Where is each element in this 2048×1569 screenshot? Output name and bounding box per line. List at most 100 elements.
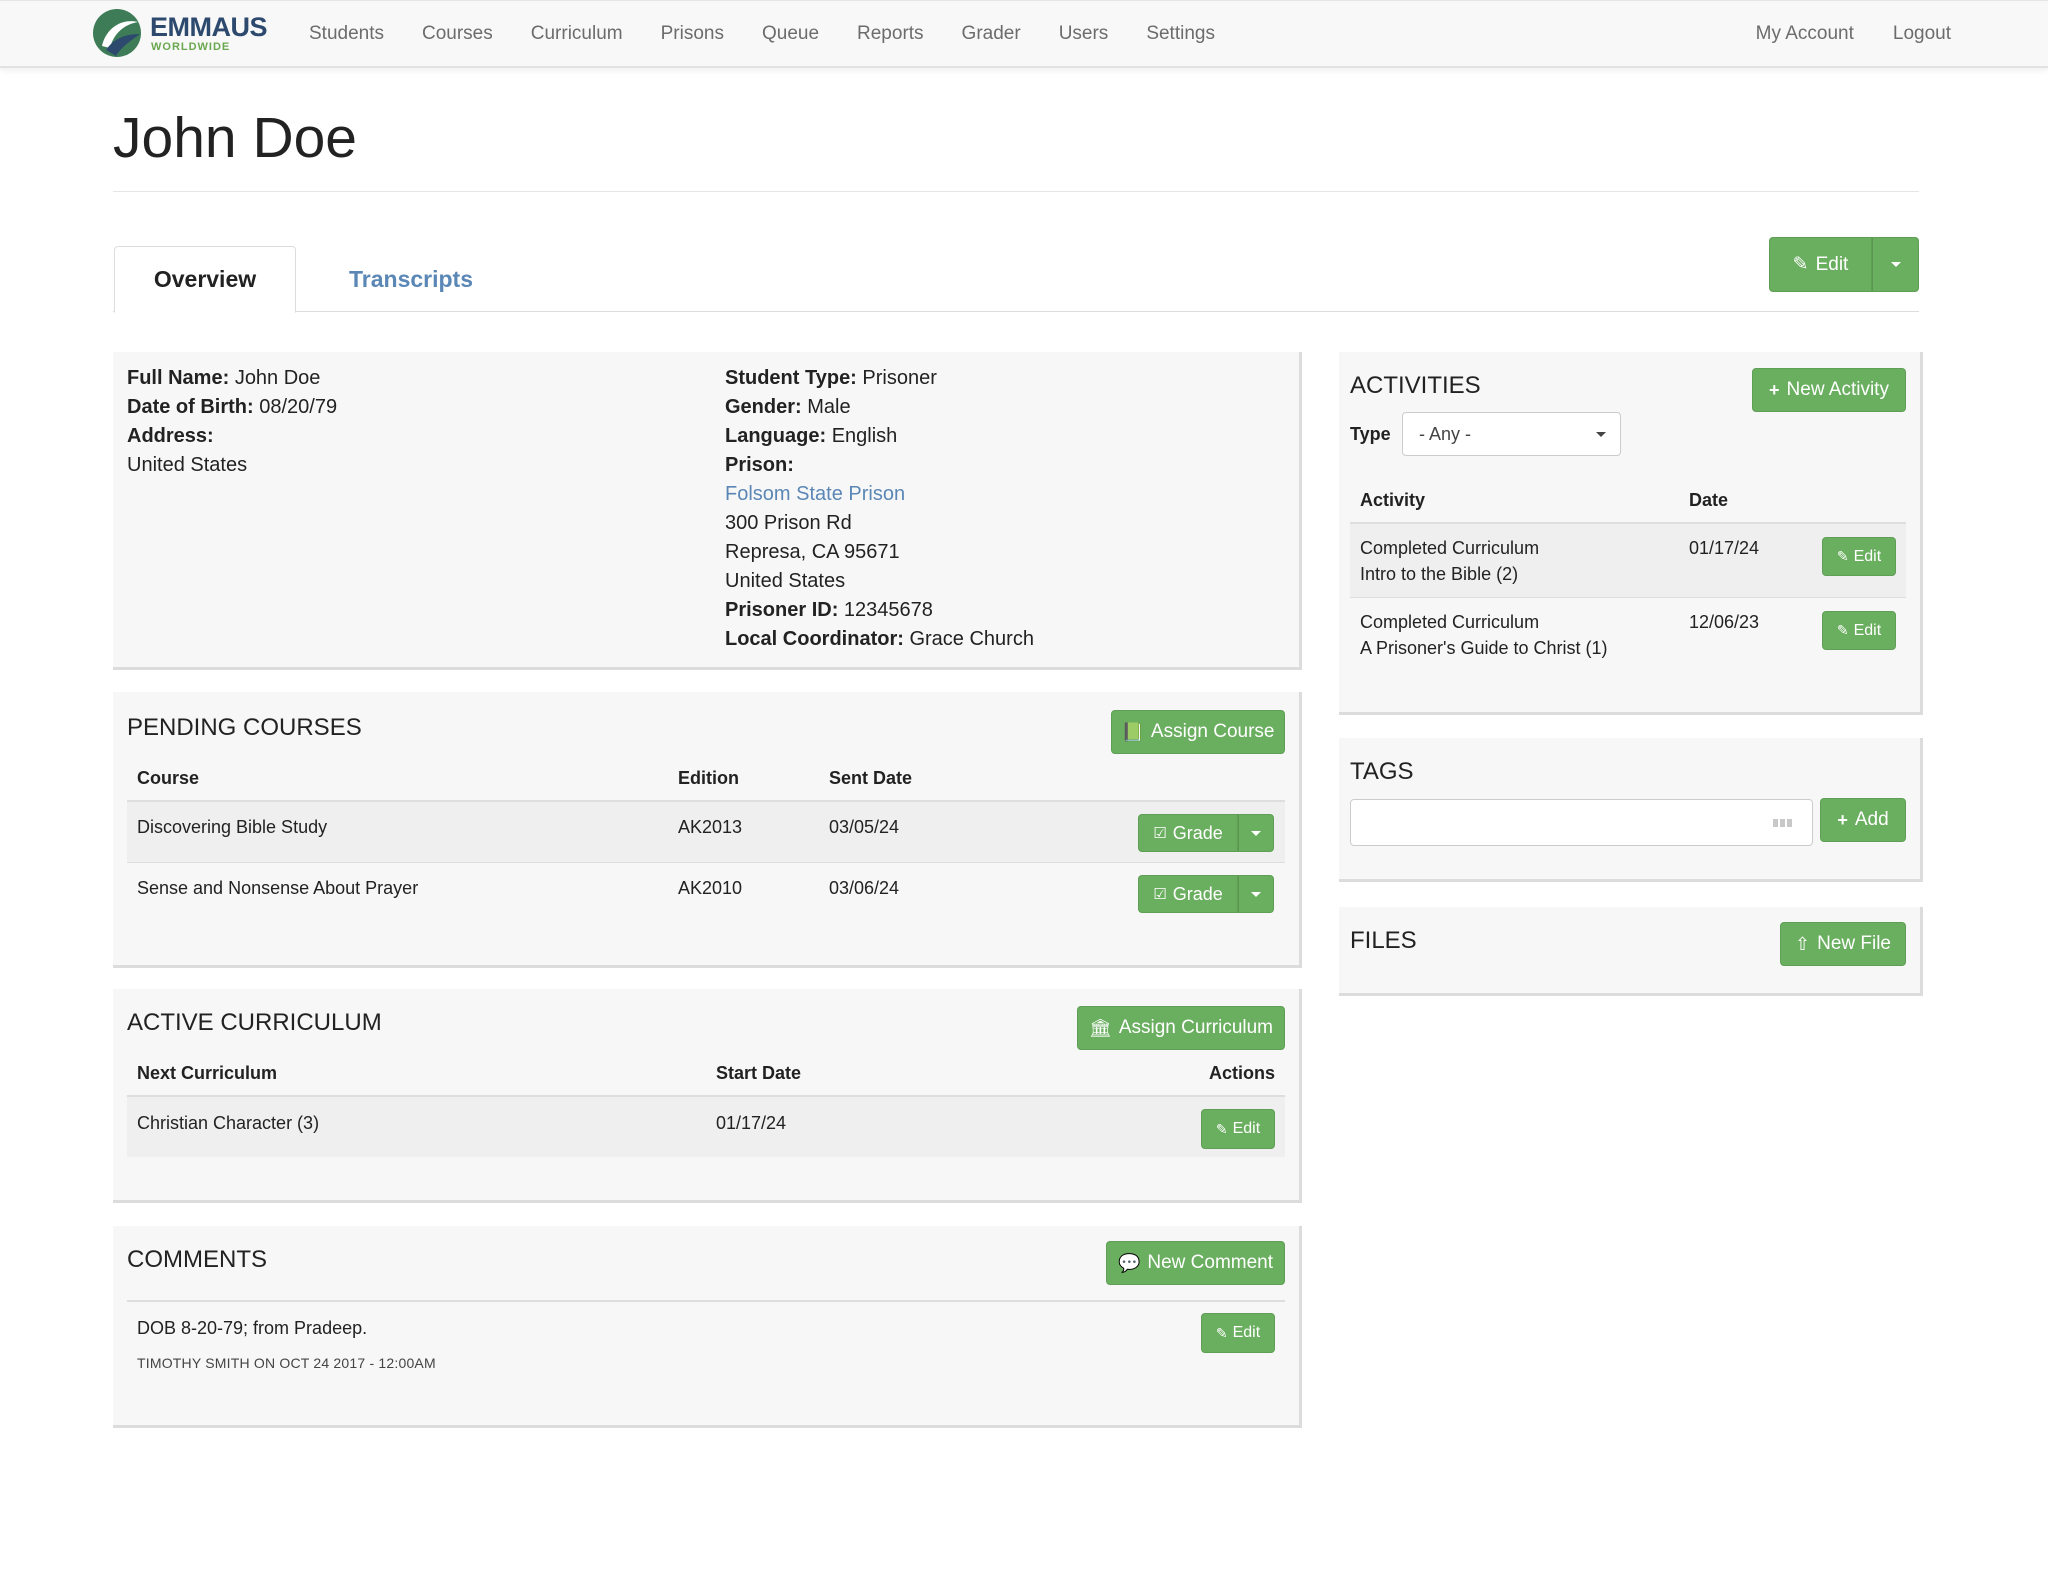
brand-subtitle: WORLDWIDE [151,41,231,53]
curriculum-edit-button[interactable]: ✎ Edit [1201,1109,1275,1149]
col-actions: Actions [1208,1063,1275,1083]
grade-dropdown-toggle[interactable] [1238,875,1274,913]
student-type-field: Student Type: Prisoner [725,367,937,389]
nav-logout[interactable]: Logout [1893,23,1951,45]
new-comment-label: New Comment [1147,1252,1274,1273]
grip-icon [1773,819,1792,827]
col-activity: Activity [1360,490,1426,510]
nav-grader[interactable]: Grader [962,23,1021,45]
course-link-discovering[interactable]: Discovering Bible Study [137,817,327,838]
page-title: John Doe [113,106,358,170]
new-comment-button[interactable]: 💬 New Comment [1106,1241,1285,1285]
pencil-icon: ✎ [1836,548,1849,564]
pending-courses-panel: PENDING COURSES 📗 Assign Course Course E… [113,692,1302,968]
pencil-icon: ✎ [1215,1120,1228,1137]
tab-transcripts[interactable]: Transcripts [321,246,501,312]
student-tabs: Overview Transcripts [113,246,1919,313]
files-title: FILES [1350,927,1417,954]
new-file-button[interactable]: ⇧ New File [1780,922,1906,966]
comments-title: COMMENTS [127,1246,267,1273]
edit-dropdown-toggle[interactable] [1872,237,1919,292]
type-filter-select[interactable]: - Any - [1402,412,1621,456]
new-file-label: New File [1817,933,1891,954]
activities-panel: ACTIVITIES + New Activity Type - Any - A… [1339,352,1923,715]
comment-icon: 💬 [1117,1252,1141,1273]
nav-users[interactable]: Users [1059,23,1109,45]
new-activity-button[interactable]: + New Activity [1752,368,1906,412]
col-sent-date: Sent Date [829,768,913,788]
col-start-date: Start Date [716,1063,802,1083]
nav-students[interactable]: Students [309,23,384,45]
plus-icon: + [1837,809,1848,830]
activity-detail: A Prisoner's Guide to Christ (1) [1360,638,1608,658]
emmaus-logo[interactable]: EMMAUS WORLDWIDE [92,8,282,58]
assign-curriculum-label: Assign Curriculum [1118,1017,1273,1038]
nav-prisons[interactable]: Prisons [661,23,724,45]
grade-split-button: ☑ Grade [1138,814,1274,852]
edit-button-label: Edit [1815,253,1849,275]
check-square-icon: ☑ [1153,886,1167,903]
activity-edit-button[interactable]: ✎ Edit [1822,537,1896,576]
edit-button[interactable]: ✎ Edit [1769,237,1872,292]
nav-courses[interactable]: Courses [422,23,493,45]
main-nav: Students Courses Curriculum Prisons Queu… [290,1,1234,67]
nav-queue[interactable]: Queue [762,23,819,45]
tags-input[interactable] [1350,799,1813,846]
type-filter-value: - Any - [1419,423,1472,444]
grade-dropdown-toggle[interactable] [1238,814,1274,852]
tags-panel: TAGS + Add [1339,738,1923,882]
course-sent-date: 03/05/24 [829,817,900,837]
prison-label: Prison: [725,454,794,476]
plus-icon: + [1769,379,1780,400]
row-divider [127,862,1285,863]
top-navbar: EMMAUS WORLDWIDE Students Courses Curric… [0,0,2048,68]
pencil-icon: ✎ [1792,254,1809,275]
col-date: Date [1689,490,1729,510]
tags-title: TAGS [1350,758,1414,785]
activity-edit-button[interactable]: ✎ Edit [1822,611,1896,650]
nav-reports[interactable]: Reports [857,23,924,45]
activities-title: ACTIVITIES [1350,372,1481,399]
activity-detail: Intro to the Bible (2) [1360,564,1519,584]
assign-course-button[interactable]: 📗 Assign Course [1111,710,1285,754]
active-curriculum-title: ACTIVE CURRICULUM [127,1009,382,1036]
edit-label: Edit [1853,547,1882,565]
edit-label: Edit [1232,1324,1261,1341]
comment-meta: TIMOTHY SMITH ON OCT 24 2017 - 12:00AM [137,1355,436,1371]
nav-my-account[interactable]: My Account [1756,23,1854,45]
book-icon: 📗 [1121,721,1144,742]
course-edition: AK2013 [678,817,743,837]
prison-country: United States [725,570,846,592]
assign-curriculum-button[interactable]: 🏛 Assign Curriculum [1077,1006,1285,1050]
logo-icon [93,9,141,57]
prison-link[interactable]: Folsom State Prison [725,480,905,509]
curriculum-link-christian-character[interactable]: Christian Character (3) [137,1113,319,1134]
grade-split-button: ☑ Grade [1138,875,1274,913]
grade-button[interactable]: ☑ Grade [1138,814,1238,852]
comments-panel: COMMENTS 💬 New Comment DOB 8-20-79; from… [113,1226,1302,1428]
address-label: Address: [127,425,214,447]
account-nav: My Account Logout [1717,1,1951,67]
caret-down-icon [1251,830,1261,836]
institution-icon: 🏛 [1088,1017,1112,1038]
edit-label: Edit [1853,621,1882,639]
course-link-prayer[interactable]: Sense and Nonsense About Prayer [137,878,418,899]
add-tag-button[interactable]: + Add [1820,798,1906,842]
add-tag-label: Add [1854,809,1889,830]
comment-edit-button[interactable]: ✎ Edit [1201,1313,1275,1353]
new-activity-label: New Activity [1786,379,1889,400]
activity-type: Completed Curriculum [1360,538,1540,558]
full-name-field: Full Name: John Doe [127,367,321,389]
activity-type: Completed Curriculum [1360,612,1540,632]
col-next-curriculum: Next Curriculum [137,1063,278,1083]
upload-icon: ⇧ [1795,933,1811,954]
grade-label: Grade [1172,822,1223,843]
title-divider [113,191,1919,192]
check-square-icon: ☑ [1153,825,1167,842]
tab-overview[interactable]: Overview [114,246,296,313]
files-panel: FILES ⇧ New File [1339,907,1923,996]
grade-button[interactable]: ☑ Grade [1138,875,1238,913]
nav-settings[interactable]: Settings [1146,23,1215,45]
col-course: Course [137,768,200,788]
nav-curriculum[interactable]: Curriculum [531,23,623,45]
